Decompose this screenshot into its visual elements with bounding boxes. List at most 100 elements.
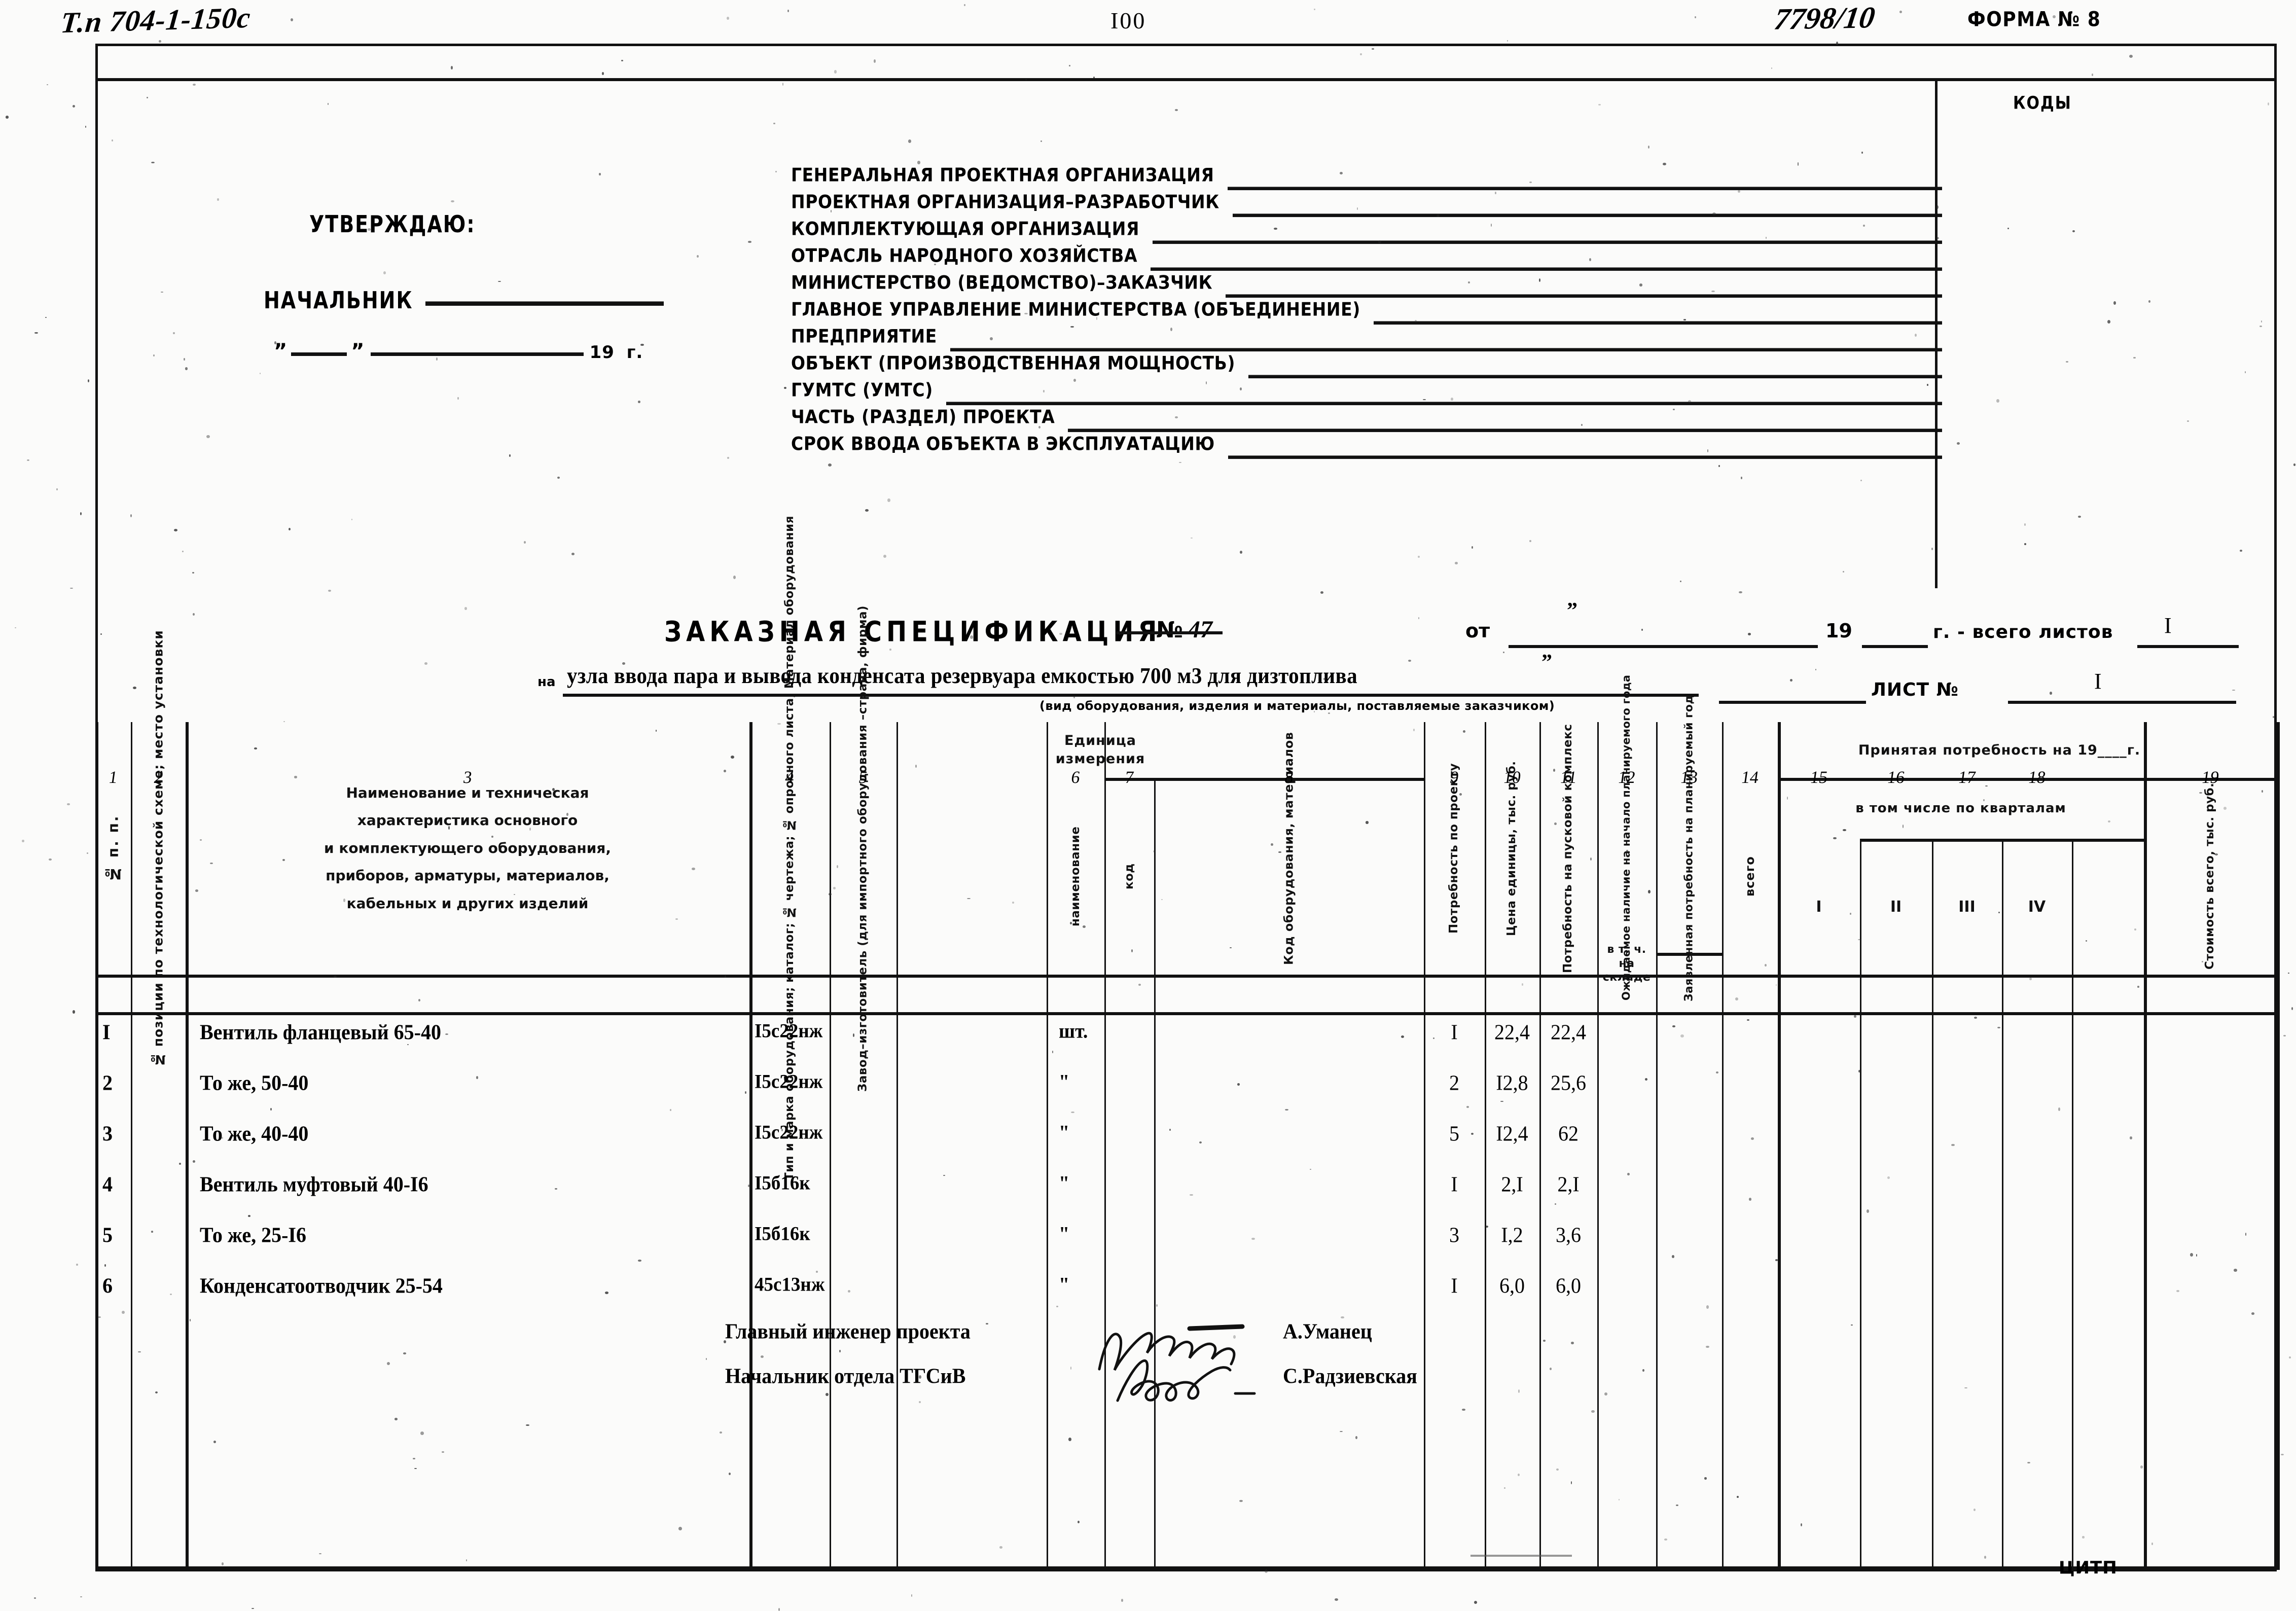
publisher-mark: ЦИТП [2059,1558,2118,1578]
org-field-blank[interactable] [946,402,1942,406]
row-type: I5с22нж [755,1070,823,1093]
header-strip [95,44,2277,81]
header-col-2-position: № позиции по технологической схеме; мест… [131,630,186,1067]
table-header-label: и комплектующего оборудования, [324,839,611,856]
org-field-row: КОМПЛЕКТУЮЩАЯ ОРГАНИЗАЦИЯ [791,218,1942,247]
organization-fields: ГЕНЕРАЛЬНАЯ ПРОЕКТНАЯ ОРГАНИЗАЦИЯ ПРОЕКТН… [791,164,1942,461]
column-number-label: 6 [1069,768,1082,787]
table-column-divider [2277,722,2280,1570]
org-field-blank[interactable] [1151,267,1942,271]
chief-label: НАЧАЛЬНИК [264,287,413,314]
row-total: 62 [1558,1121,1579,1146]
form-number-label: ФОРМА № 8 [1967,8,2101,31]
header-col-12-expected-stock: Ожидаемое наличие на начало планируемого… [1597,674,1656,1000]
org-field-row: ОТРАСЛЬ НАРОДНОГО ХОЗЯЙСТВА [791,244,1942,274]
table-header-label: в т. ч. на складе [1602,943,1651,984]
org-field-blank[interactable] [1226,294,1942,298]
header-col-9-project-need: Потребность по проекту [1424,722,1485,975]
org-field-blank[interactable] [1152,240,1942,244]
number-sign: № [1156,617,1183,643]
org-field-label: ЧАСТЬ (РАЗДЕЛ) ПРОЕКТА [791,406,1055,428]
sheet-number-label: ЛИСТ № [1871,679,1959,700]
chief-signature-line[interactable] [425,301,664,306]
spec-year-rule[interactable] [1862,645,1928,648]
row-index: 5 [102,1223,113,1247]
table-header-label: приборов, арматуры, материалов, [326,867,609,884]
table-header-label: IV [2028,898,2046,916]
table-header-label: Код оборудования, материалов [1281,732,1296,965]
row-quantity: I [1451,1020,1458,1045]
org-field-label: ПРЕДПРИЯТИЕ [791,325,937,347]
row-total: 6,0 [1556,1273,1581,1298]
row-unit-price: 2,I [1501,1172,1523,1197]
sheet-rule-right [2008,701,2236,704]
row-total: 3,6 [1556,1223,1581,1247]
org-field-label: КОМПЛЕКТУЮЩАЯ ОРГАНИЗАЦИЯ [791,218,1139,240]
row-unit: шт. [1059,1020,1088,1043]
column-number-label: 19 [2200,768,2220,787]
subject-rule [563,694,1699,697]
table-header-label: наименование [1069,826,1082,926]
project-code: Т.п 704-1-150с [59,1,253,40]
row-quantity: 5 [1449,1121,1459,1146]
column-number-label: 13 [1679,768,1699,787]
row-unit-price: 6,0 [1499,1273,1525,1298]
quote-close: ” [351,340,365,363]
specification-title: ЗАКАЗНАЯ СПЕЦИФИКАЦИЯ [664,615,1162,649]
row-quantity: I [1451,1273,1458,1298]
from-label: от [1465,620,1490,642]
org-field-blank[interactable] [1228,455,1942,459]
chief-signature-row: НАЧАЛЬНИК [264,287,664,314]
org-field-label: МИНИСТЕРСТВО (ВЕДОМСТВО)–ЗАКАЗЧИК [791,271,1213,294]
header-col-5-manufacturer: Завод–изготовитель (для импортного обору… [830,605,896,1091]
table-row-divider [95,975,2277,978]
approve-title: УТВЕРЖДАЮ: [309,210,476,238]
column-number-label: 12 [1617,768,1637,787]
column-number-label: 7 [1123,768,1135,787]
subject-prefix: на [537,674,556,690]
org-field-blank[interactable] [1248,375,1942,379]
table-header-label: код [1123,863,1136,889]
table-header-label: III [1958,898,1976,916]
row-type: 45с13нж [755,1273,825,1296]
org-field-blank[interactable] [1227,187,1942,191]
org-field-blank[interactable] [1373,321,1942,325]
row-name: То же, 50-40 [200,1070,309,1095]
row-total: 2,I [1557,1172,1580,1197]
row-type: I5с22нж [755,1121,823,1144]
row-name: Вентиль муфтовый 40-I6 [200,1172,428,1197]
bottom-dash-mark [1470,1555,1572,1557]
org-field-row: ОБЪЕКТ (ПРОИЗВОДСТВЕННАЯ МОЩНОСТЬ) [791,352,1942,381]
month-blank[interactable] [370,352,584,356]
org-field-row: ГЕНЕРАЛЬНАЯ ПРОЕКТНАЯ ОРГАНИЗАЦИЯ [791,164,1942,193]
header-col-6-unit-name: наименование [1047,778,1104,975]
header-col-14-total: всего [1722,778,1778,975]
row-quantity: I [1451,1172,1458,1197]
org-field-blank[interactable] [950,348,1942,352]
day-blank[interactable] [291,352,347,356]
row-total: 25,6 [1551,1070,1586,1095]
column-number-label: 4 [783,768,796,787]
table-header-label: Заявленная потребность на планируемый го… [1682,695,1696,1002]
sheet-number-value: I [2094,669,2102,694]
specification-number-value: 47 [1188,616,1212,643]
row-index: 2 [102,1070,113,1095]
row-name: То же, 40-40 [200,1121,309,1146]
row-unit-price: I2,4 [1496,1121,1528,1146]
org-field-row: МИНИСТЕРСТВО (ВЕДОМСТВО)–ЗАКАЗЧИК [791,271,1942,301]
row-unit: " [1059,1223,1070,1246]
signature-role-0: Главный инженер проекта [725,1319,971,1344]
from-date-rule[interactable] [1509,645,1818,648]
row-type: I5б16к [755,1223,810,1245]
org-field-blank[interactable] [1232,213,1942,218]
row-total: 22,4 [1551,1020,1586,1045]
total-sheets-label: г. - всего листов [1933,622,2113,642]
column-number-label: 15 [1809,768,1829,787]
row-quantity: 3 [1449,1223,1459,1247]
row-unit-price: I,2 [1501,1223,1523,1247]
org-field-blank[interactable] [1068,428,1942,433]
column-number-label: 17 [1957,768,1977,787]
header-col-7-unit-code: код [1104,778,1154,975]
header-col-18-q4: IV [2002,839,2072,975]
header-col-11-startup-need: Потребность на пусковой комплекс [1539,722,1597,975]
